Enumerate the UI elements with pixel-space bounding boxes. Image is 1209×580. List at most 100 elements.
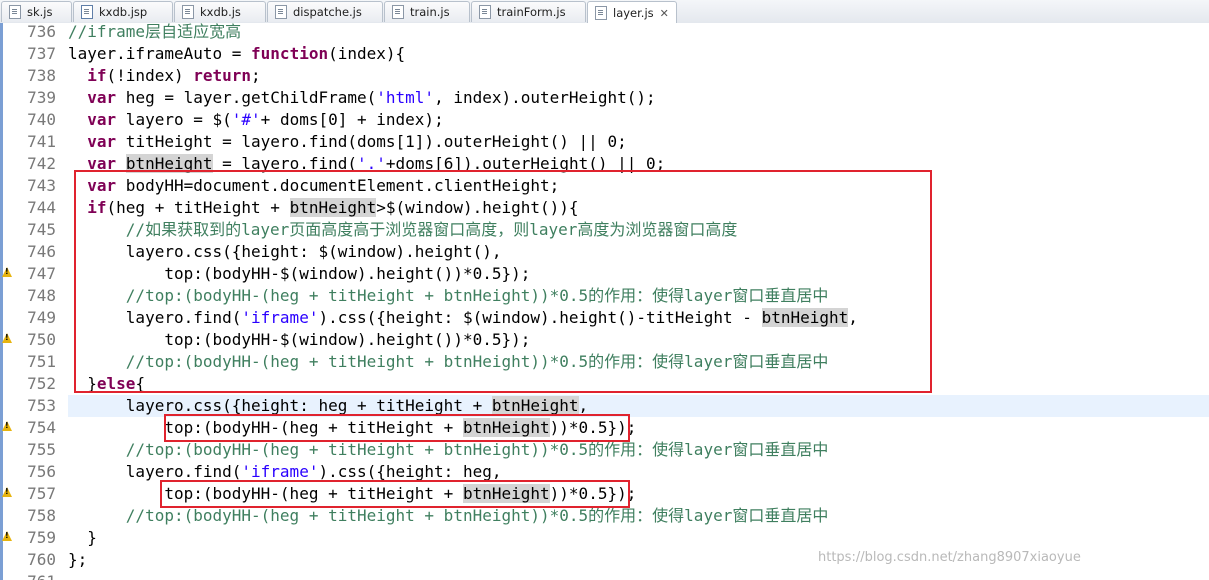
code-text: layero.find( [125,308,242,327]
tab-trainform-js[interactable]: trainForm.js [471,1,586,22]
tab-label: sk.js [27,5,53,19]
warning-icon[interactable] [2,531,12,541]
code-line-758[interactable]: //top:(bodyHH-(heg + titHeight + btnHeig… [68,505,1209,527]
code-editor[interactable]: 736 737 738 739 740 741 742 743 744 745 … [0,23,1209,580]
vertical-ruler [0,23,14,580]
code-text: }; [68,550,88,569]
code-text: layero.find( [125,462,242,481]
close-tab-icon[interactable]: ✕ [660,7,669,20]
code-text: +doms[6]).outerHeight() || 0; [385,154,666,173]
tab-sk-js[interactable]: sk.js [1,1,72,22]
code-line-757[interactable]: top:(bodyHH-(heg + titHeight + btnHeight… [68,483,1209,505]
code-text: top:(bodyHH-$(window).height())*0.5}); [164,264,531,283]
tab-kxdb-jsp[interactable]: kxdb.jsp [73,1,173,22]
occurrence-highlight: btnHeight [125,154,213,173]
code-text: layer.iframeAuto = [68,44,252,63]
code-text: } [87,374,97,393]
comment: //iframe层自适应宽高 [68,23,242,41]
code-line-753[interactable]: layero.css({height: heg + titHeight + bt… [68,395,1209,417]
code-line-743[interactable]: var bodyHH=document.documentElement.clie… [68,175,1209,197]
js-file-icon [595,6,607,20]
line-number: 743 [27,176,56,195]
code-text: bodyHH=document.documentElement.clientHe… [116,176,560,195]
js-file-icon [9,5,21,19]
line-number: 758 [27,506,56,525]
js-file-icon [182,5,194,19]
line-number: 761 [14,571,56,580]
code-line-744[interactable]: if(heg + titHeight + btnHeight>$(window)… [68,197,1209,219]
tab-kxdb-js[interactable]: kxdb.js [174,1,266,22]
line-number: 751 [27,352,56,371]
line-number: 754 [27,418,56,437]
code-line-741[interactable]: var titHeight = layero.find(doms[1]).out… [68,131,1209,153]
keyword: var [87,154,117,173]
tab-layer-js[interactable]: layer.js ✕ [587,1,677,24]
code-text: (index){ [328,44,406,63]
code-line-750[interactable]: top:(bodyHH-$(window).height())*0.5}); [68,329,1209,351]
code-line-759[interactable]: } [68,527,1209,549]
line-number: 752 [27,374,56,393]
code-line-740[interactable]: var layero = $('#'+ doms[0] + index); [68,109,1209,131]
string-literal: '.' [357,154,386,173]
code-text: titHeight = layero.find(doms[1]).outerHe… [116,132,627,151]
tab-dispatche-js[interactable]: dispatche.js [267,1,383,22]
code-text: ; [251,66,261,85]
code-text: >$(window).height()){ [376,198,579,217]
jsp-file-icon [81,5,93,19]
tab-label: layer.js [613,6,654,20]
string-literal: 'iframe' [241,308,319,327]
code-text: , index).outerHeight(); [434,88,656,107]
warning-icon[interactable] [2,421,12,431]
code-line-756[interactable]: layero.find('iframe').css({height: heg, [68,461,1209,483]
code-line-739[interactable]: var heg = layer.getChildFrame('html', in… [68,87,1209,109]
code-line-748[interactable]: //top:(bodyHH-(heg + titHeight + btnHeig… [68,285,1209,307]
occurrence-highlight: btnHeight [761,308,849,327]
line-number: 760 [27,550,56,569]
code-text: } [87,528,97,547]
code-line-747[interactable]: top:(bodyHH-$(window).height())*0.5}); [68,263,1209,285]
line-number: 750 [27,330,56,349]
line-number: 737 [27,44,56,63]
code-line-749[interactable]: layero.find('iframe').css({height: $(win… [68,307,1209,329]
line-number: 742 [27,154,56,173]
keyword: else [96,374,136,393]
code-text: top:(bodyHH-(heg + titHeight + [164,484,463,503]
line-number: 746 [27,242,56,261]
code-line-742[interactable]: var btnHeight = layero.find('.'+doms[6])… [68,153,1209,175]
code-line-746[interactable]: layero.css({height: $(window).height(), [68,241,1209,263]
line-number: 741 [27,132,56,151]
code-line-737[interactable]: layer.iframeAuto = function(index){ [68,43,1209,65]
comment: //top:(bodyHH-(heg + titHeight + btnHeig… [125,440,829,459]
code-line-736[interactable]: //iframe层自适应宽高 [68,23,1209,43]
keyword: var [87,132,117,151]
comment: //如果获取到的layer页面高度高于浏览器窗口高度，则layer高度为浏览器窗… [125,220,738,239]
tab-label: kxdb.js [200,5,241,19]
warning-icon[interactable] [2,487,12,497]
code-line-755[interactable]: //top:(bodyHH-(heg + titHeight + btnHeig… [68,439,1209,461]
line-number: 736 [27,23,56,41]
line-number: 753 [27,396,56,415]
code-text: { [135,374,146,393]
line-number: 740 [27,110,56,129]
warning-icon[interactable] [2,333,12,343]
code-text: top:(bodyHH-$(window).height())*0.5}); [164,330,531,349]
keyword: return [193,66,252,85]
watermark: https://blog.csdn.net/zhang8907xiaoyue [818,550,1081,565]
code-line-738[interactable]: if(!index) return; [68,65,1209,87]
line-number: 755 [27,440,56,459]
string-literal: 'html' [376,88,435,107]
code-line-754[interactable]: top:(bodyHH-(heg + titHeight + btnHeight… [68,417,1209,439]
js-file-icon [392,5,404,19]
code-text: (heg + titHeight + [106,198,290,217]
code-line-745[interactable]: //如果获取到的layer页面高度高于浏览器窗口高度，则layer高度为浏览器窗… [68,219,1209,241]
code-line-752[interactable]: }else{ [68,373,1209,395]
line-number: 748 [27,286,56,305]
js-file-icon [275,5,287,19]
line-number: 759 [27,528,56,547]
string-literal: '#' [231,110,261,129]
warning-icon[interactable] [2,267,12,277]
tab-train-js[interactable]: train.js [384,1,470,22]
code-text: layero.css({height: $(window).height(), [125,242,502,261]
code-line-751[interactable]: //top:(bodyHH-(heg + titHeight + btnHeig… [68,351,1209,373]
